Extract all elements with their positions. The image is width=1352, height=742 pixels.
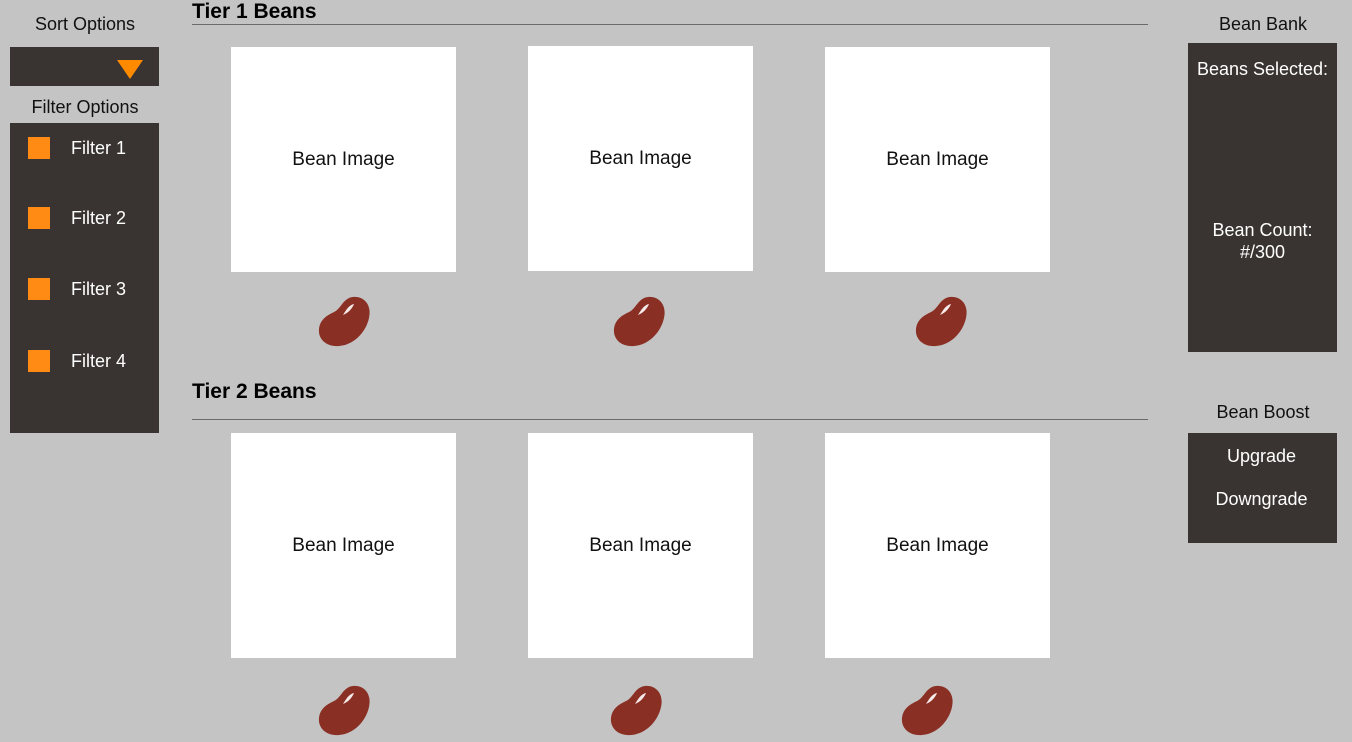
tier-1-divider: [192, 24, 1148, 25]
bean-count-value: #/300: [1239, 242, 1286, 262]
bean-image-placeholder: Bean Image: [886, 148, 989, 170]
bean-card[interactable]: Bean Image: [231, 433, 456, 658]
filter-label: Filter 4: [71, 350, 127, 371]
bean-image-placeholder: Bean Image: [292, 534, 395, 556]
tier-2-divider: [192, 419, 1148, 420]
bean-icon[interactable]: [899, 682, 955, 738]
checkbox-icon[interactable]: [28, 137, 50, 159]
bean-card[interactable]: Bean Image: [231, 47, 456, 272]
filter-option-4[interactable]: Filter 4: [28, 349, 126, 373]
bean-icon[interactable]: [316, 682, 372, 738]
checkbox-icon[interactable]: [28, 350, 50, 372]
filter-label: Filter 1: [71, 137, 127, 158]
tier-1-title: Tier 1 Beans: [192, 0, 317, 23]
bean-bank-panel: Beans Selected: Bean Count: #/300: [1188, 43, 1337, 352]
upgrade-button[interactable]: Upgrade: [1188, 446, 1335, 467]
filter-option-2[interactable]: Filter 2: [28, 206, 126, 230]
bean-icon[interactable]: [611, 293, 667, 349]
triangle-down-icon: [117, 60, 143, 79]
filter-options-title: Filter Options: [31, 97, 139, 117]
sort-options-title: Sort Options: [34, 14, 136, 34]
bean-image-placeholder: Bean Image: [589, 147, 692, 169]
filter-option-1[interactable]: Filter 1: [28, 136, 126, 160]
bean-card[interactable]: Bean Image: [528, 46, 753, 271]
bean-card[interactable]: Bean Image: [825, 433, 1050, 658]
tier-2-title: Tier 2 Beans: [192, 380, 317, 403]
bean-card[interactable]: Bean Image: [825, 47, 1050, 272]
downgrade-button[interactable]: Downgrade: [1188, 489, 1335, 510]
sort-dropdown[interactable]: [10, 47, 159, 86]
bean-icon[interactable]: [913, 293, 969, 349]
bean-icon[interactable]: [316, 293, 372, 349]
bean-bank-title: Bean Bank: [1218, 14, 1308, 34]
checkbox-icon[interactable]: [28, 207, 50, 229]
beans-selected-label: Beans Selected:: [1196, 59, 1329, 79]
checkbox-icon[interactable]: [28, 278, 50, 300]
bean-icon[interactable]: [608, 682, 664, 738]
filter-label: Filter 3: [71, 278, 127, 299]
bean-image-placeholder: Bean Image: [886, 534, 989, 556]
filter-option-3[interactable]: Filter 3: [28, 277, 126, 301]
bean-count-label: Bean Count:: [1212, 220, 1313, 240]
bean-card[interactable]: Bean Image: [528, 433, 753, 658]
filter-label: Filter 2: [71, 207, 127, 228]
bean-boost-title: Bean Boost: [1216, 402, 1310, 422]
bean-image-placeholder: Bean Image: [589, 534, 692, 556]
bean-boost-panel: Upgrade Downgrade: [1188, 433, 1337, 543]
bean-image-placeholder: Bean Image: [292, 148, 395, 170]
filter-panel: Filter 1 Filter 2 Filter 3 Filter 4: [10, 123, 159, 433]
